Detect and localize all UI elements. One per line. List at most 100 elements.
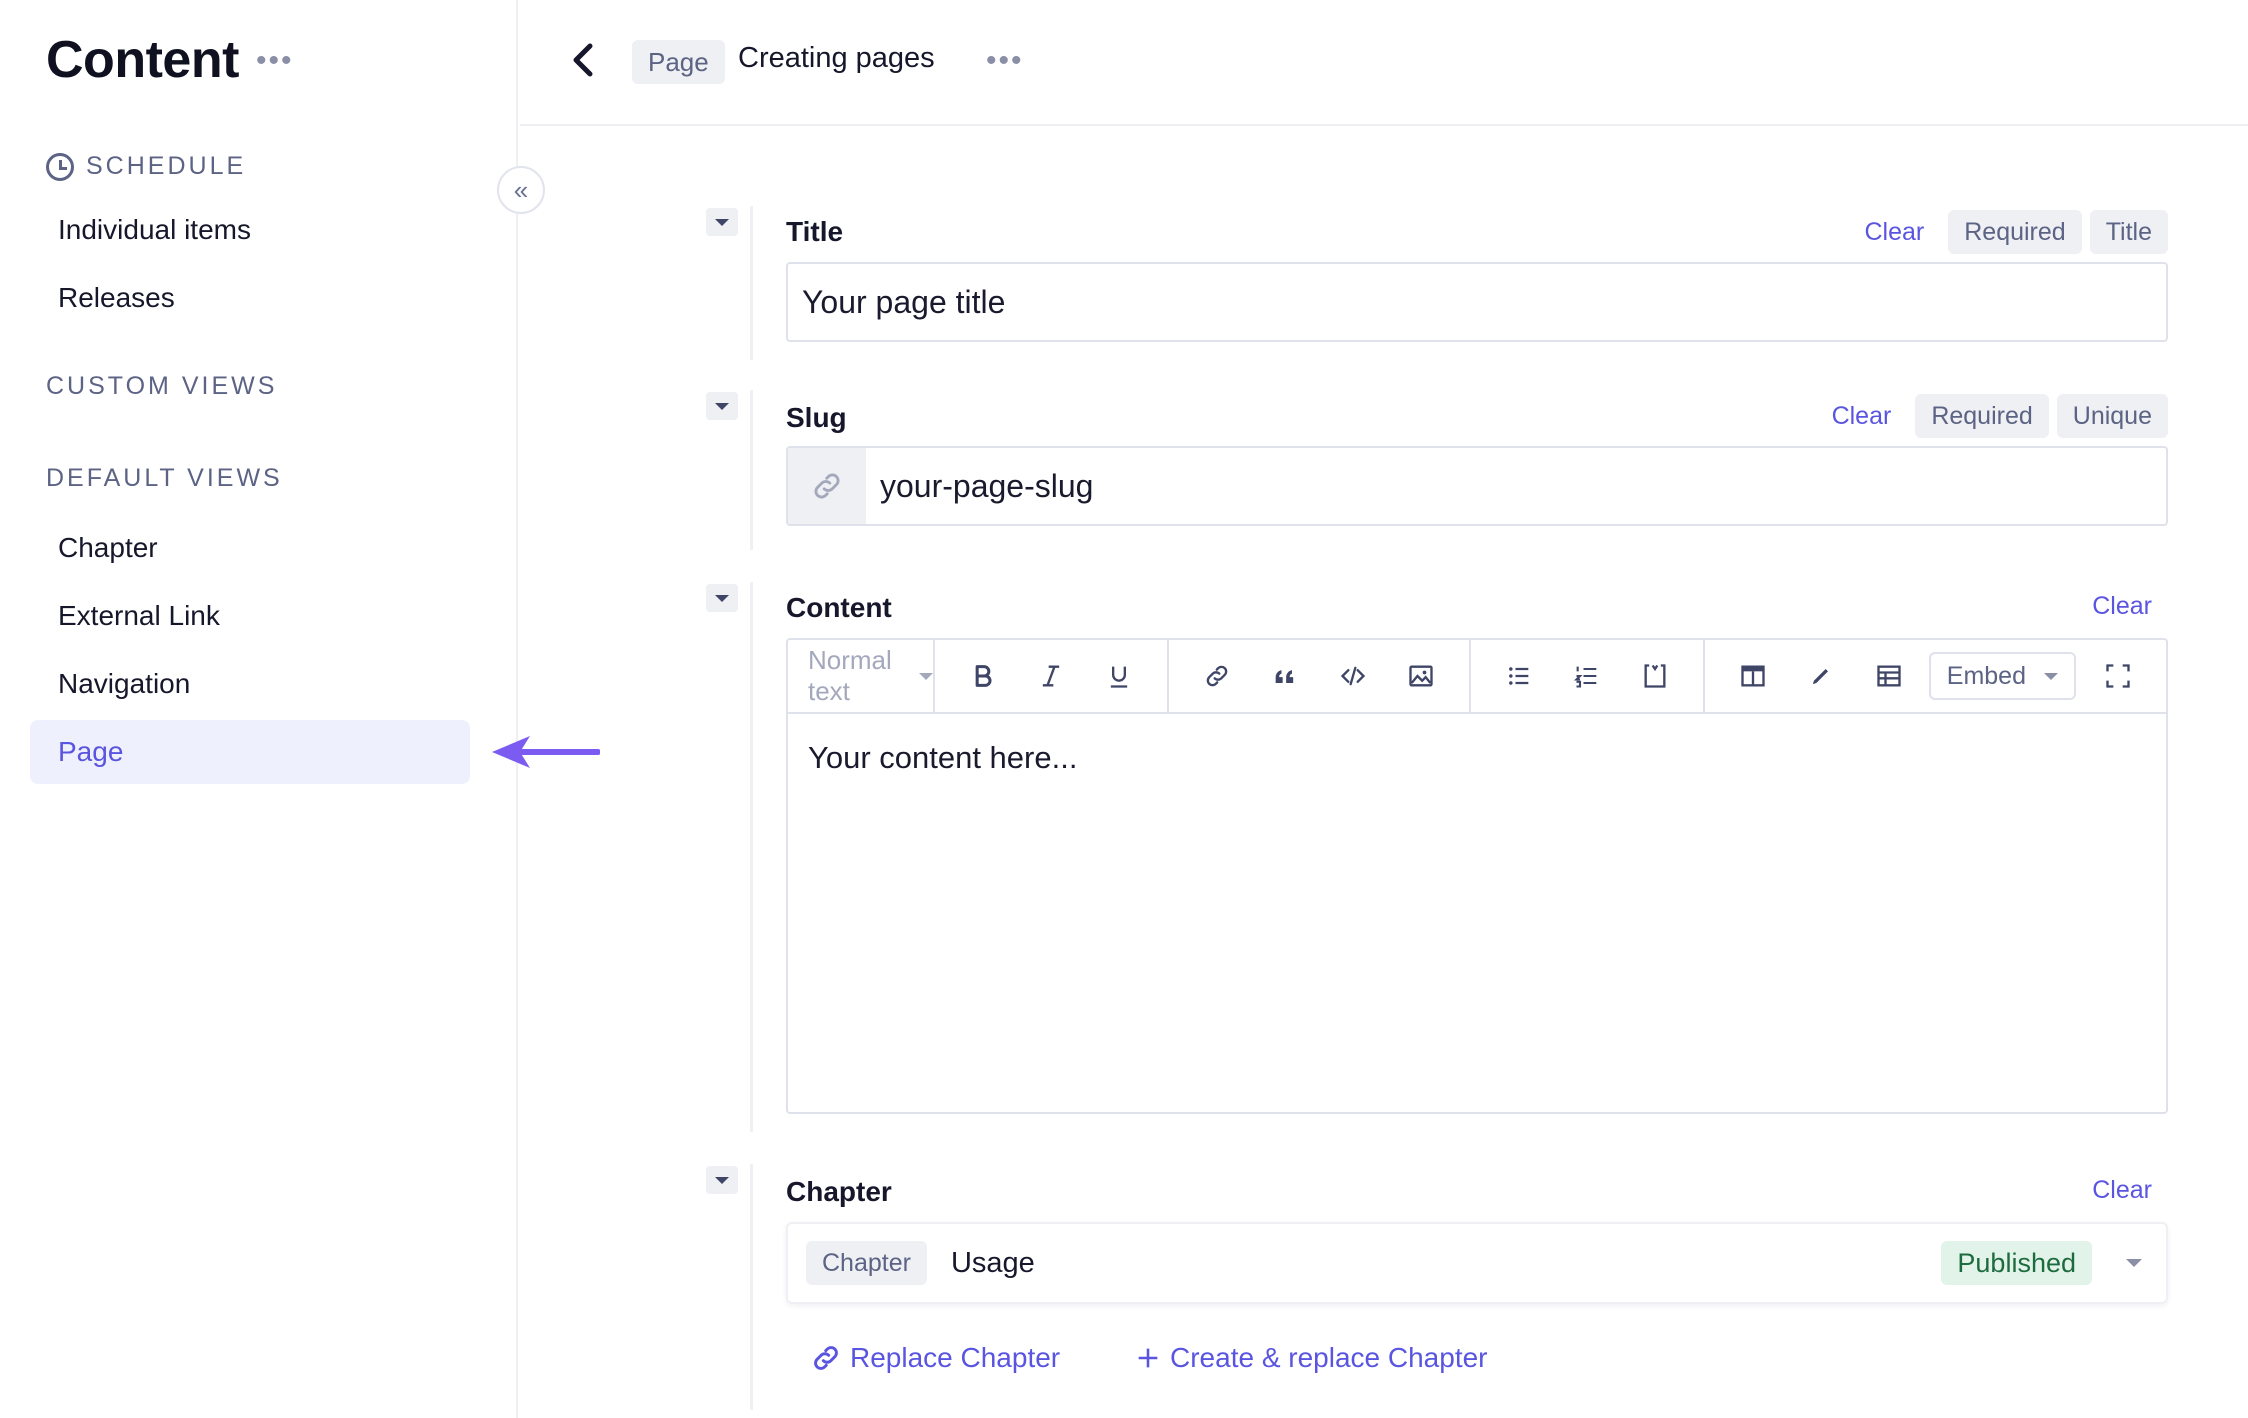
italic-button[interactable] (1017, 651, 1085, 701)
required-tag: Required (1915, 394, 2049, 438)
field-divider (750, 1164, 753, 1410)
page-title: Creating pages (738, 42, 935, 74)
plus-icon (1138, 1348, 1158, 1368)
custom-views-label: CUSTOM VIEWS (46, 372, 278, 400)
title-field: Title Clear Required Title Your page tit… (706, 206, 2168, 360)
replace-chapter-link[interactable]: Replace Chapter (810, 1342, 1060, 1374)
sidebar-item-label: Releases (58, 282, 175, 313)
clear-chapter-button[interactable]: Clear (2092, 1176, 2152, 1205)
schedule-section-header: SCHEDULE (46, 152, 246, 181)
numbered-list-button[interactable] (1553, 651, 1621, 701)
chapter-field: Chapter Clear Chapter Usage Published Re… (706, 1164, 2168, 1410)
sidebar-item-label: Individual items (58, 214, 251, 245)
table-button[interactable] (1855, 651, 1923, 701)
default-views-header: DEFAULT VIEWS (46, 464, 283, 493)
title-input[interactable]: Your page title (786, 262, 2168, 342)
chapter-reference-card[interactable]: Chapter Usage Published (786, 1222, 2168, 1304)
block-icon (1644, 664, 1666, 688)
sidebar-item-label: Chapter (58, 532, 158, 563)
collapse-field-toggle[interactable] (706, 1166, 738, 1194)
sidebar-item-releases[interactable]: Releases (30, 266, 470, 330)
fullscreen-button[interactable] (2084, 651, 2152, 701)
embed-select[interactable]: Embed (1928, 652, 2076, 700)
required-tag: Required (1948, 210, 2082, 254)
content-label: Content (786, 592, 892, 623)
chapter-type-badge: Chapter (806, 1241, 927, 1285)
list-group (1471, 640, 1705, 712)
slug-field: Slug Clear Required Unique your-page-slu… (706, 390, 2168, 550)
fullscreen-icon (2106, 664, 2130, 688)
quote-icon (1275, 670, 1293, 683)
sidebar-more-button[interactable]: ••• (256, 44, 294, 78)
slug-input[interactable]: your-page-slug (786, 446, 2168, 526)
field-divider (750, 390, 753, 550)
collapse-field-toggle[interactable] (706, 584, 738, 612)
schedule-label: SCHEDULE (86, 152, 247, 180)
underline-icon (1110, 666, 1127, 688)
link-button[interactable] (1183, 651, 1251, 701)
chapter-label: Chapter (786, 1176, 892, 1207)
sidebar-item-individual-items[interactable]: Individual items (30, 198, 470, 262)
sidebar: Content ••• SCHEDULE Individual items Re… (0, 0, 518, 1418)
underline-button[interactable] (1085, 651, 1153, 701)
title-value: Your page title (802, 283, 1006, 320)
chapter-name: Usage (950, 1246, 1035, 1279)
editor-text: Your content here... (808, 740, 1078, 775)
document-more-button[interactable]: ••• (986, 44, 1024, 78)
collapse-sidebar-button[interactable]: « (497, 166, 545, 214)
link-icon (814, 473, 840, 499)
clear-content-button[interactable]: Clear (2092, 592, 2152, 621)
sidebar-item-label: External Link (58, 600, 220, 631)
status-badge: Published (1941, 1241, 2092, 1285)
breadcrumb-type-badge: Page (632, 40, 725, 84)
collapse-field-toggle[interactable] (706, 392, 738, 420)
block-button[interactable] (1621, 651, 1689, 701)
clear-title-button[interactable]: Clear (1864, 218, 1924, 247)
bullet-list-button[interactable] (1485, 651, 1553, 701)
slug-value: your-page-slug (880, 467, 1094, 504)
slug-prefix (788, 448, 866, 524)
rich-text-editor: Normal text Embed Your content here... (786, 638, 2168, 1114)
code-button[interactable] (1319, 651, 1387, 701)
sidebar-item-label: Navigation (58, 668, 191, 699)
chevron-down-icon[interactable] (2126, 1259, 2142, 1267)
layout-icon (1741, 665, 1765, 687)
embed-label: Embed (1946, 661, 2026, 690)
highlight-button[interactable] (1787, 651, 1855, 701)
title-label: Title (786, 216, 844, 247)
sidebar-item-navigation[interactable]: Navigation (30, 652, 470, 716)
numbered-list-icon (1573, 666, 1597, 688)
editor-toolbar: Normal text Embed (788, 640, 2166, 714)
collapse-field-toggle[interactable] (706, 208, 738, 236)
sidebar-title: Content (46, 31, 239, 89)
field-divider (750, 582, 753, 1132)
editor-content-area[interactable]: Your content here... (788, 714, 2166, 1112)
bullet-list-icon (1508, 667, 1529, 685)
sidebar-item-page[interactable]: Page (30, 720, 470, 784)
clock-icon (46, 152, 74, 181)
unique-tag: Unique (2056, 394, 2168, 438)
sidebar-item-external-link[interactable]: External Link (30, 584, 470, 648)
create-replace-chapter-link[interactable]: Create & replace Chapter (1134, 1342, 1488, 1374)
text-style-select[interactable]: Normal text (788, 640, 935, 712)
chapter-actions: Clear (2092, 1176, 2168, 1205)
top-bar: Page Creating pages ••• (520, 0, 2248, 126)
clear-slug-button[interactable]: Clear (1832, 402, 1892, 431)
sidebar-item-chapter[interactable]: Chapter (30, 516, 470, 580)
pen-icon (1812, 669, 1828, 685)
insert-group (1169, 640, 1471, 712)
create-replace-chapter-label: Create & replace Chapter (1170, 1342, 1488, 1373)
content-field: Content Clear Normal text Embed Your con… (706, 582, 2168, 1132)
table-icon (1877, 665, 1901, 687)
back-button[interactable] (568, 40, 596, 90)
default-views-label: DEFAULT VIEWS (46, 464, 283, 492)
chevron-down-icon (918, 672, 933, 680)
bold-button[interactable] (949, 651, 1017, 701)
chevron-left-icon (573, 43, 593, 77)
image-button[interactable] (1387, 651, 1455, 701)
link-icon (814, 1346, 838, 1370)
content-actions: Clear (2092, 592, 2168, 621)
layout-button[interactable] (1719, 651, 1787, 701)
field-divider (750, 206, 753, 360)
quote-button[interactable] (1251, 651, 1319, 701)
